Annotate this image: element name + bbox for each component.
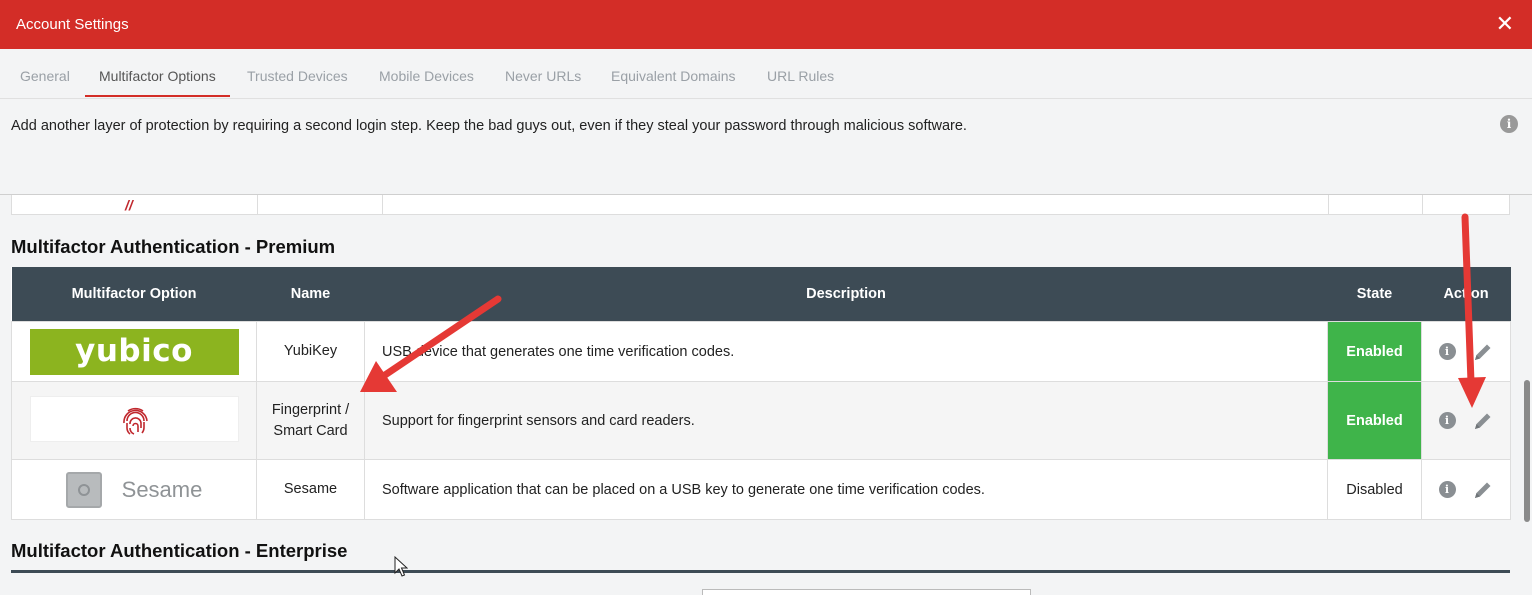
info-icon[interactable]: i <box>1438 343 1456 360</box>
info-icon[interactable]: i <box>1500 115 1518 133</box>
logo-fragment: // <box>125 197 133 213</box>
tab-equivalent-domains[interactable]: Equivalent Domains <box>611 49 736 97</box>
row-actions: i <box>1421 381 1511 460</box>
column-header-name: Name <box>256 267 365 322</box>
option-description: USB device that generates one time verif… <box>364 321 1328 382</box>
status-badge: Enabled <box>1327 381 1422 460</box>
safe-icon <box>65 471 102 508</box>
enterprise-section-title: Multifactor Authentication - Enterprise <box>11 540 348 561</box>
option-name: YubiKey <box>256 321 365 382</box>
premium-table: Multifactor Option Name Description Stat… <box>11 267 1511 520</box>
pencil-icon[interactable] <box>1472 479 1494 501</box>
option-name: Fingerprint / Smart Card <box>256 381 365 460</box>
row-actions: i <box>1421 321 1511 382</box>
intro-text: Add another layer of protection by requi… <box>11 118 967 134</box>
status-badge: Disabled <box>1327 459 1422 520</box>
premium-section-title: Multifactor Authentication - Premium <box>11 236 336 257</box>
tab-general[interactable]: General <box>20 49 70 97</box>
yubico-logo: yubico <box>29 328 239 375</box>
info-icon[interactable]: i <box>1438 412 1456 429</box>
sesame-logo-text: Sesame <box>121 476 203 502</box>
tab-multifactor-options[interactable]: Multifactor Options <box>85 49 230 97</box>
tab-trusted-devices[interactable]: Trusted Devices <box>247 49 348 97</box>
title-bar: Account Settings ✕ <box>0 0 1532 49</box>
row-actions: i <box>1421 459 1511 520</box>
tab-bar: General Multifactor Options Trusted Devi… <box>0 49 1532 99</box>
table-row: yubico YubiKey USB device that generates… <box>11 321 1511 382</box>
bottom-panel <box>702 589 1031 595</box>
tab-mobile-devices[interactable]: Mobile Devices <box>379 49 474 97</box>
column-header-action: Action <box>1421 267 1511 322</box>
table-row: Sesame Sesame Software application that … <box>11 459 1511 520</box>
fingerprint-icon <box>122 407 148 435</box>
column-header-option: Multifactor Option <box>11 267 257 322</box>
option-name: Sesame <box>256 459 365 520</box>
info-icon[interactable]: i <box>1438 481 1456 498</box>
table-row: Fingerprint / Smart Card Support for fin… <box>11 381 1511 460</box>
close-icon[interactable]: ✕ <box>1496 12 1514 36</box>
window-title: Account Settings <box>16 16 129 33</box>
fingerprint-logo <box>29 396 239 442</box>
table-header-row: Multifactor Option Name Description Stat… <box>11 267 1511 322</box>
option-description: Software application that can be placed … <box>364 459 1328 520</box>
tab-never-urls[interactable]: Never URLs <box>505 49 581 97</box>
sesame-logo: Sesame <box>54 467 214 513</box>
mouse-cursor-icon <box>394 556 408 577</box>
enterprise-table-header <box>11 570 1510 573</box>
column-header-description: Description <box>364 267 1328 322</box>
column-header-state: State <box>1327 267 1422 322</box>
status-badge: Enabled <box>1327 321 1422 382</box>
scrollbar[interactable] <box>1524 380 1530 522</box>
tab-url-rules[interactable]: URL Rules <box>767 49 834 97</box>
pencil-icon[interactable] <box>1472 341 1494 363</box>
pencil-icon[interactable] <box>1472 410 1494 432</box>
partial-table-row: // <box>11 195 1510 215</box>
option-description: Support for fingerprint sensors and card… <box>364 381 1328 460</box>
